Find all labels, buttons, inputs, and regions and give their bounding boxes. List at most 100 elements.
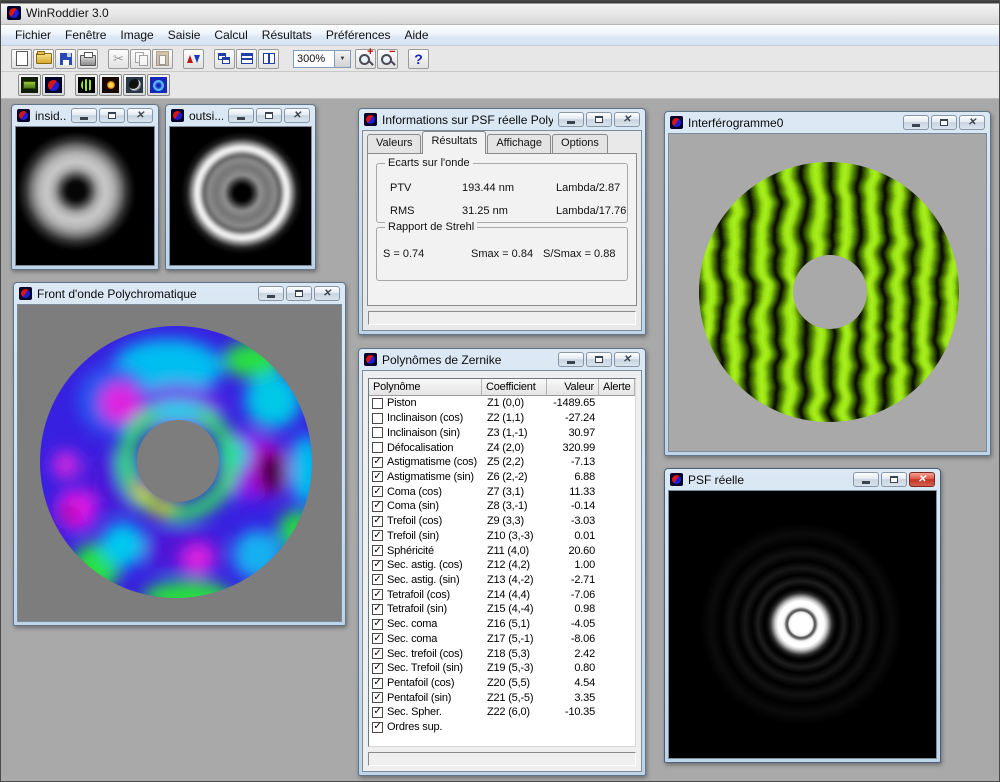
- checkbox-checked[interactable]: ✓: [372, 501, 383, 512]
- table-row[interactable]: ✓Coma (cos)Z7 (3,1)11.33: [369, 484, 635, 499]
- table-row[interactable]: ✓Sec. Spher.Z22 (6,0)-10.35: [369, 705, 635, 720]
- minimize-button[interactable]: [903, 115, 929, 130]
- print-button[interactable]: [77, 49, 98, 69]
- checkbox-checked[interactable]: ✓: [372, 545, 383, 556]
- paste-button[interactable]: [152, 49, 173, 69]
- table-row[interactable]: ✓Trefoil (sin)Z10 (3,-3)0.01: [369, 528, 635, 543]
- zernike-column-header[interactable]: Alerte: [599, 379, 635, 396]
- checkbox-checked[interactable]: ✓: [372, 707, 383, 718]
- maximize-button[interactable]: [931, 115, 957, 130]
- table-row[interactable]: Inclinaison (sin)Z3 (1,-1)30.97: [369, 425, 635, 440]
- menu-item-fichier[interactable]: Fichier: [8, 26, 58, 44]
- zoom-dropdown-button[interactable]: ▼: [334, 51, 350, 67]
- window-inside-image[interactable]: insid... ✕: [11, 104, 159, 270]
- table-row[interactable]: ✓Sec. comaZ16 (5,1)-4.05: [369, 617, 635, 632]
- window-zernike[interactable]: Polynômes de Zernike ✕ PolynômeCoefficie…: [358, 348, 646, 776]
- wavefront-titlebar[interactable]: Front d'onde Polychromatique ✕: [17, 283, 342, 304]
- zoom-level-value[interactable]: 300%: [294, 51, 334, 67]
- table-row[interactable]: ✓Sec. trefoil (cos)Z18 (5,3)2.42: [369, 646, 635, 661]
- window-interferogram[interactable]: Interférogramme0 ✕: [664, 111, 991, 456]
- table-row[interactable]: ✓Coma (sin)Z8 (3,-1)-0.14: [369, 499, 635, 514]
- maximize-button[interactable]: [881, 472, 907, 487]
- window-outside-image[interactable]: outsi... ✕: [165, 104, 316, 270]
- table-row[interactable]: ✓Astigmatisme (cos)Z5 (2,2)-7.13: [369, 455, 635, 470]
- checkbox-unchecked[interactable]: [372, 442, 383, 453]
- refresh-button[interactable]: [183, 49, 204, 69]
- zoom-in-button[interactable]: +: [355, 49, 376, 69]
- tile-vertical-button[interactable]: [258, 49, 279, 69]
- zernike-table[interactable]: PolynômeCoefficientValeurAlerte PistonZ1…: [368, 378, 636, 747]
- tile-horizontal-button[interactable]: [236, 49, 257, 69]
- checkbox-checked[interactable]: ✓: [372, 722, 383, 733]
- checkbox-checked[interactable]: ✓: [372, 589, 383, 600]
- checkbox-checked[interactable]: ✓: [372, 486, 383, 497]
- minimize-button[interactable]: [71, 108, 97, 123]
- table-row[interactable]: ✓Pentafoil (sin)Z21 (5,-5)3.35: [369, 690, 635, 705]
- table-row[interactable]: ✓Tetrafoil (cos)Z14 (4,4)-7.06: [369, 587, 635, 602]
- winroddier-logo-button[interactable]: [42, 74, 65, 96]
- checkbox-checked[interactable]: ✓: [372, 663, 383, 674]
- interferogram-titlebar[interactable]: Interférogramme0 ✕: [668, 112, 987, 133]
- table-row[interactable]: ✓Sec. astig. (sin)Z13 (4,-2)-2.71: [369, 573, 635, 588]
- cascade-windows-button[interactable]: [214, 49, 235, 69]
- menu-item-calcul[interactable]: Calcul: [207, 26, 254, 44]
- menu-item-fentre[interactable]: Fenêtre: [58, 26, 113, 44]
- close-button[interactable]: ✕: [614, 112, 640, 127]
- menu-item-rsultats[interactable]: Résultats: [255, 26, 319, 44]
- close-button[interactable]: ✕: [614, 352, 640, 367]
- table-row[interactable]: ✓Trefoil (cos)Z9 (3,3)-3.03: [369, 514, 635, 529]
- close-button[interactable]: ✕: [314, 286, 340, 301]
- table-row[interactable]: ✓SphéricitéZ11 (4,0)20.60: [369, 543, 635, 558]
- window-inside-titlebar[interactable]: insid... ✕: [15, 105, 155, 126]
- open-file-button[interactable]: [33, 49, 54, 69]
- pupil-image-button[interactable]: [123, 74, 146, 96]
- maximize-button[interactable]: [99, 108, 125, 123]
- minimize-button[interactable]: [558, 112, 584, 127]
- zoom-level-combobox[interactable]: 300% ▼: [293, 50, 351, 68]
- table-row[interactable]: ✓Tetrafoil (sin)Z15 (4,-4)0.98: [369, 602, 635, 617]
- tab-rsultats[interactable]: Résultats: [422, 131, 486, 154]
- informations-titlebar[interactable]: Informations sur PSF réelle Polychro... …: [362, 109, 642, 130]
- minimize-button[interactable]: [558, 352, 584, 367]
- psf-titlebar[interactable]: PSF réelle ✕: [668, 469, 937, 490]
- help-button[interactable]: ?: [408, 49, 429, 69]
- window-outside-titlebar[interactable]: outsi... ✕: [169, 105, 312, 126]
- checkbox-checked[interactable]: ✓: [372, 516, 383, 527]
- close-button[interactable]: ✕: [284, 108, 310, 123]
- table-row[interactable]: ✓Sec. Trefoil (sin)Z19 (5,-3)0.80: [369, 661, 635, 676]
- table-row[interactable]: ✓Ordres sup.: [369, 720, 635, 735]
- table-row[interactable]: ✓Sec. astig. (cos)Z12 (4,2)1.00: [369, 558, 635, 573]
- window-wavefront[interactable]: Front d'onde Polychromatique ✕: [13, 282, 346, 626]
- table-row[interactable]: DéfocalisationZ4 (2,0)320.99: [369, 440, 635, 455]
- maximize-button[interactable]: [286, 286, 312, 301]
- zernike-column-header[interactable]: Polynôme: [369, 379, 482, 396]
- maximize-button[interactable]: [586, 352, 612, 367]
- psf-button[interactable]: [99, 74, 122, 96]
- window-psf-reelle[interactable]: PSF réelle ✕: [664, 468, 941, 763]
- cut-button[interactable]: ✂: [108, 49, 129, 69]
- menu-item-aide[interactable]: Aide: [398, 26, 436, 44]
- tab-valeurs[interactable]: Valeurs: [367, 134, 421, 154]
- checkbox-checked[interactable]: ✓: [372, 560, 383, 571]
- minimize-button[interactable]: [853, 472, 879, 487]
- table-row[interactable]: ✓Sec. comaZ17 (5,-1)-8.06: [369, 632, 635, 647]
- wavefront-button[interactable]: [147, 74, 170, 96]
- checkbox-unchecked[interactable]: [372, 413, 383, 424]
- table-row[interactable]: Inclinaison (cos)Z2 (1,1)-27.24: [369, 411, 635, 426]
- tab-affichage[interactable]: Affichage: [487, 134, 551, 154]
- copy-button[interactable]: [130, 49, 151, 69]
- zernike-titlebar[interactable]: Polynômes de Zernike ✕: [362, 349, 642, 370]
- table-row[interactable]: ✓Pentafoil (cos)Z20 (5,5)4.54: [369, 676, 635, 691]
- checkbox-checked[interactable]: ✓: [372, 678, 383, 689]
- save-file-button[interactable]: [55, 49, 76, 69]
- close-button[interactable]: ✕: [909, 472, 935, 487]
- new-document-button[interactable]: [11, 49, 32, 69]
- window-informations-psf[interactable]: Informations sur PSF réelle Polychro... …: [358, 108, 646, 335]
- minimize-button[interactable]: [228, 108, 254, 123]
- checkbox-unchecked[interactable]: [372, 398, 383, 409]
- menu-item-image[interactable]: Image: [113, 26, 160, 44]
- table-row[interactable]: ✓Astigmatisme (sin)Z6 (2,-2)6.88: [369, 470, 635, 485]
- zoom-out-button[interactable]: −: [377, 49, 398, 69]
- checkbox-checked[interactable]: ✓: [372, 530, 383, 541]
- zernike-column-header[interactable]: Valeur: [547, 379, 599, 396]
